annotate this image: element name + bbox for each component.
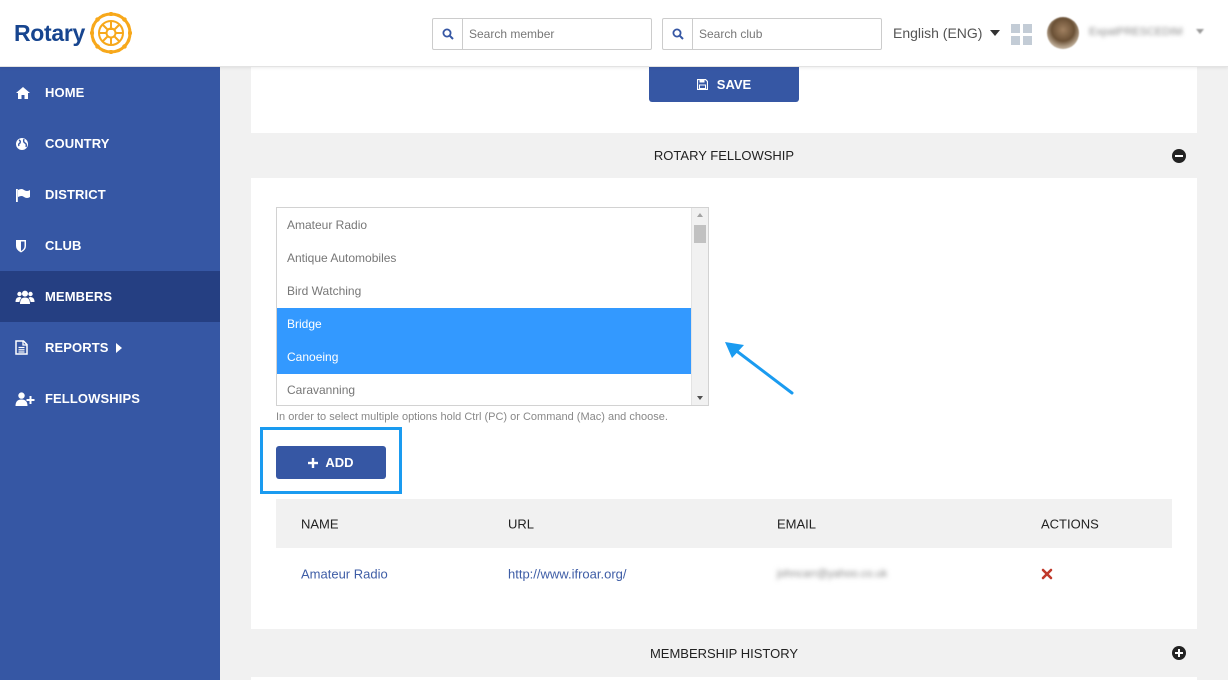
annotation-arrow-icon: [725, 342, 794, 395]
language-label: English (ENG): [893, 25, 983, 41]
fellowship-option[interactable]: Bird Watching: [277, 275, 691, 308]
user-menu-caret-icon[interactable]: [1196, 29, 1204, 34]
language-selector[interactable]: English (ENG): [893, 25, 1001, 41]
rotary-wheel-icon: [90, 12, 133, 54]
table-header: NAME URL EMAIL ACTIONS: [276, 499, 1172, 548]
globe-icon: [15, 136, 35, 152]
fellowship-option[interactable]: Caravanning: [277, 374, 691, 405]
column-header-name: NAME: [301, 516, 339, 531]
add-label: ADD: [325, 455, 354, 470]
fellowship-option[interactable]: Amateur Radio: [277, 209, 691, 242]
sidebar-item-label: REPORTS: [45, 340, 109, 355]
search-club: [662, 18, 882, 50]
fellowship-option[interactable]: Antique Automobiles: [277, 242, 691, 275]
rotary-fellowship-header[interactable]: ROTARY FELLOWSHIP: [251, 133, 1197, 178]
home-icon: [15, 85, 35, 101]
sidebar-item-reports[interactable]: REPORTS: [0, 322, 220, 373]
section-title: ROTARY FELLOWSHIP: [653, 148, 795, 163]
search-member: [432, 18, 652, 50]
save-label: SAVE: [716, 77, 752, 92]
section-title: MEMBERSHIP HISTORY: [649, 645, 799, 661]
fellowship-url-link[interactable]: http://www.ifroar.org/: [508, 566, 627, 581]
search-icon[interactable]: [663, 19, 693, 49]
sidebar-item-label: COUNTRY: [45, 136, 110, 151]
listbox-scrollbar[interactable]: [691, 208, 708, 405]
scroll-up-icon[interactable]: [697, 213, 703, 217]
member-edit-panel: SAVE ROTARY FELLOWSHIP Amateur Radio Ant…: [251, 67, 1197, 680]
floppy-disk-icon: [696, 79, 708, 90]
delete-icon[interactable]: [1041, 568, 1053, 580]
fellowship-name-link[interactable]: Amateur Radio: [301, 566, 388, 581]
sidebar-item-members[interactable]: MEMBERS: [0, 271, 220, 322]
top-header: Rotary Search member Search club English…: [0, 0, 1228, 67]
membership-history-header[interactable]: MEMBERSHIP HISTORY: [251, 629, 1197, 677]
shield-icon: [15, 238, 35, 254]
rotary-logo[interactable]: Rotary: [14, 11, 133, 55]
expand-plus-icon[interactable]: [1172, 646, 1186, 660]
sidebar-item-label: MEMBERS: [45, 289, 113, 304]
table-row: Amateur Radio http://www.ifroar.org/ joh…: [276, 548, 1172, 599]
fellowship-option-selected[interactable]: Bridge: [277, 308, 691, 341]
users-icon: [15, 289, 35, 305]
multiselect-hint: In order to select multiple options hold…: [276, 411, 668, 423]
fellowship-multiselect[interactable]: Amateur Radio Antique Automobiles Bird W…: [276, 207, 709, 406]
sidebar-item-district[interactable]: DISTRICT: [0, 169, 220, 220]
fellowship-option-selected[interactable]: Canoeing: [277, 341, 691, 374]
plus-icon: [308, 457, 319, 468]
sidebar-item-label: HOME: [45, 85, 85, 100]
sidebar-item-label: FELLOWSHIPS: [45, 391, 140, 406]
flag-icon: [15, 187, 35, 203]
collapse-minus-icon[interactable]: [1172, 148, 1186, 163]
search-icon[interactable]: [433, 19, 463, 49]
sidebar-item-home[interactable]: HOME: [0, 67, 220, 118]
apps-grid-icon[interactable]: [1011, 24, 1032, 45]
document-icon: [15, 340, 35, 356]
sidebar: HOME COUNTRY DISTRICT CLUB MEMBERS REPOR…: [0, 67, 220, 680]
column-header-email: EMAIL: [777, 516, 817, 531]
sidebar-item-club[interactable]: CLUB: [0, 220, 220, 271]
search-member-input[interactable]: [463, 19, 651, 49]
search-club-input[interactable]: [693, 19, 881, 49]
sidebar-item-fellowships[interactable]: FELLOWSHIPS: [0, 373, 220, 424]
user-name[interactable]: ExpatPRESCEDIM: [1089, 26, 1183, 38]
scroll-down-icon[interactable]: [697, 396, 703, 400]
user-avatar[interactable]: [1047, 17, 1079, 49]
sidebar-item-label: DISTRICT: [45, 187, 106, 202]
add-fellowship-button[interactable]: ADD: [276, 446, 386, 479]
sidebar-item-label: CLUB: [45, 238, 82, 253]
column-header-actions: ACTIONS: [1041, 516, 1099, 531]
sidebar-item-country[interactable]: COUNTRY: [0, 118, 220, 169]
brand-name: Rotary: [14, 19, 86, 46]
column-header-url: URL: [508, 516, 535, 531]
user-plus-icon: [15, 391, 35, 407]
caret-down-icon: [990, 30, 1001, 36]
fellowship-email: johncarr@yahoo.co.uk: [777, 567, 888, 580]
fellowship-table: NAME URL EMAIL ACTIONS Amateur Radio htt…: [276, 499, 1172, 599]
caret-right-icon: [115, 342, 122, 353]
scroll-thumb[interactable]: [694, 225, 706, 243]
save-button[interactable]: SAVE: [649, 67, 799, 102]
